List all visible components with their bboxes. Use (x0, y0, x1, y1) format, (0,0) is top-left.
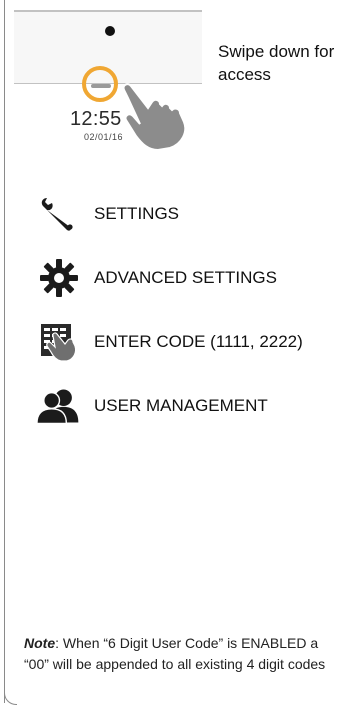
menu-label-settings: SETTINGS (94, 204, 180, 223)
note-text: Note: When “6 Digit User Code” is ENABLE… (24, 633, 342, 675)
keypad-hand-icon (36, 322, 82, 362)
menu-item-enter-code[interactable]: ENTER CODE (1111, 2222) (36, 322, 303, 362)
menu-item-user-management[interactable]: USER MANAGEMENT (36, 386, 268, 426)
note-body: : When “6 Digit User Code” is ENABLED a … (24, 635, 326, 672)
pulldown-tab[interactable] (91, 84, 111, 88)
camera-dot-icon (105, 26, 115, 36)
page-border (4, 0, 5, 703)
menu-label-advanced-settings: ADVANCED SETTINGS (94, 268, 277, 287)
wrench-icon (36, 194, 82, 234)
page-border-corner (4, 690, 17, 705)
swipe-hand-icon (122, 83, 187, 150)
gear-icon (36, 258, 82, 298)
menu-item-settings[interactable]: SETTINGS (36, 194, 179, 234)
note-label: Note (24, 635, 56, 651)
swipe-down-caption: Swipe down for access (218, 42, 335, 84)
menu-label-enter-code: ENTER CODE (1111, 2222) (94, 332, 303, 351)
device-clock: 12:55 (70, 108, 122, 130)
device-status-strip (14, 0, 202, 12)
menu-label-user-management: USER MANAGEMENT (94, 396, 268, 415)
menu-item-advanced-settings[interactable]: ADVANCED SETTINGS (36, 258, 277, 298)
users-icon (36, 386, 82, 426)
